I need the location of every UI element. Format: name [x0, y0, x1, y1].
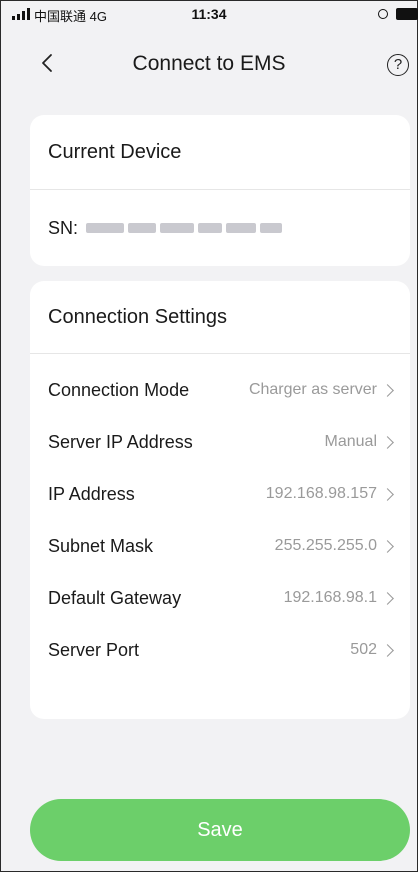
save-button[interactable]: Save [30, 799, 410, 861]
battery-icon [396, 8, 418, 20]
row-value: 192.168.98.157 [265, 485, 377, 502]
nav-bar: Connect to EMS ? [0, 40, 418, 90]
row-label: Server IP Address [48, 431, 193, 452]
serial-number-row: SN: [30, 190, 410, 266]
row-value: Charger as server [248, 381, 377, 398]
current-device-header: Current Device [30, 115, 410, 190]
connection-settings-header: Connection Settings [30, 281, 410, 354]
row-value: 192.168.98.1 [283, 589, 377, 606]
row-label: Default Gateway [48, 587, 182, 608]
server-ip-address-row[interactable]: Server IP Address Manual [30, 416, 410, 468]
chevron-right-icon [381, 487, 394, 501]
chevron-right-icon [381, 539, 394, 553]
row-value: 502 [350, 641, 377, 658]
status-bar: 中国联通 4G 11:34 [0, 0, 418, 30]
row-label: Server Port [48, 639, 140, 660]
status-time: 11:34 [191, 6, 227, 22]
connection-mode-row[interactable]: Connection Mode Charger as server [30, 364, 410, 416]
row-label: Subnet Mask [48, 535, 154, 556]
page-title: Connect to EMS [132, 52, 286, 75]
current-device-card: Current Device SN: [30, 115, 410, 266]
server-port-row[interactable]: Server Port 502 [30, 624, 410, 676]
connection-settings-card: Connection Settings Connection Mode Char… [30, 281, 410, 719]
default-gateway-row[interactable]: Default Gateway 192.168.98.1 [30, 572, 410, 624]
row-label: IP Address [48, 483, 135, 504]
sn-value-redacted [86, 223, 286, 233]
settings-list: Connection Mode Charger as server Server… [30, 354, 410, 676]
chevron-right-icon [381, 435, 394, 449]
help-button[interactable]: ? [387, 54, 409, 76]
chevron-right-icon [381, 643, 394, 657]
ip-address-row[interactable]: IP Address 192.168.98.157 [30, 468, 410, 520]
chevron-right-icon [381, 591, 394, 605]
orientation-lock-icon [378, 9, 388, 19]
chevron-right-icon [381, 383, 394, 397]
sn-label: SN: [48, 217, 79, 238]
subnet-mask-row[interactable]: Subnet Mask 255.255.255.0 [30, 520, 410, 572]
row-label: Connection Mode [48, 379, 190, 400]
row-value: Manual [324, 433, 377, 450]
row-value: 255.255.255.0 [274, 537, 377, 554]
question-circle-icon: ? [393, 56, 403, 73]
